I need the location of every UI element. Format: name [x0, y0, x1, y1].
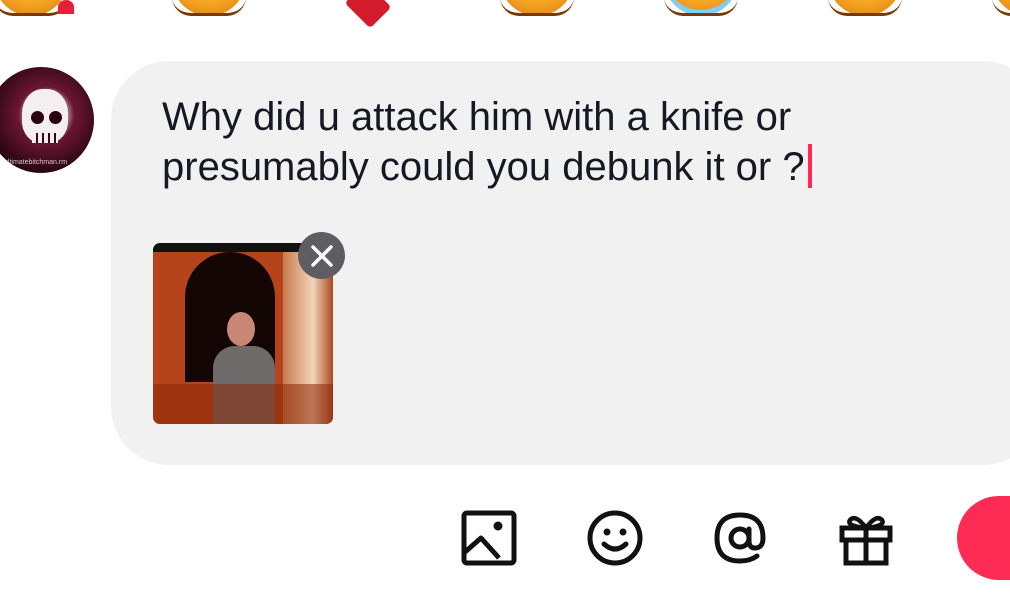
comment-text[interactable]: Why did u attack him with a knife or pre… [162, 92, 962, 192]
heart-eyes-face-icon[interactable] [0, 0, 74, 16]
avatar-caption: ultimatebitchman.rm [4, 159, 68, 166]
tears-of-joy-face-icon[interactable] [664, 0, 738, 16]
mention-button[interactable] [708, 506, 772, 570]
emoji-quick-reactions [0, 0, 1010, 30]
gift-icon [839, 516, 893, 566]
add-image-button[interactable] [457, 506, 521, 570]
face-icon[interactable] [500, 0, 574, 16]
at-mention-icon [714, 512, 766, 564]
face-icon[interactable] [828, 0, 902, 16]
close-icon [310, 244, 333, 267]
send-button[interactable] [957, 496, 1010, 580]
remove-attachment-button[interactable] [298, 232, 345, 279]
text-cursor [807, 144, 812, 188]
face-icon[interactable] [172, 0, 246, 16]
emoji-button[interactable] [583, 506, 647, 570]
face-icon[interactable] [992, 0, 1010, 16]
emoji-icon [587, 510, 643, 566]
avatar[interactable]: ultimatebitchman.rm [0, 67, 94, 173]
heart-icon[interactable] [336, 0, 410, 16]
image-icon [461, 510, 517, 566]
gift-button[interactable] [834, 506, 898, 570]
